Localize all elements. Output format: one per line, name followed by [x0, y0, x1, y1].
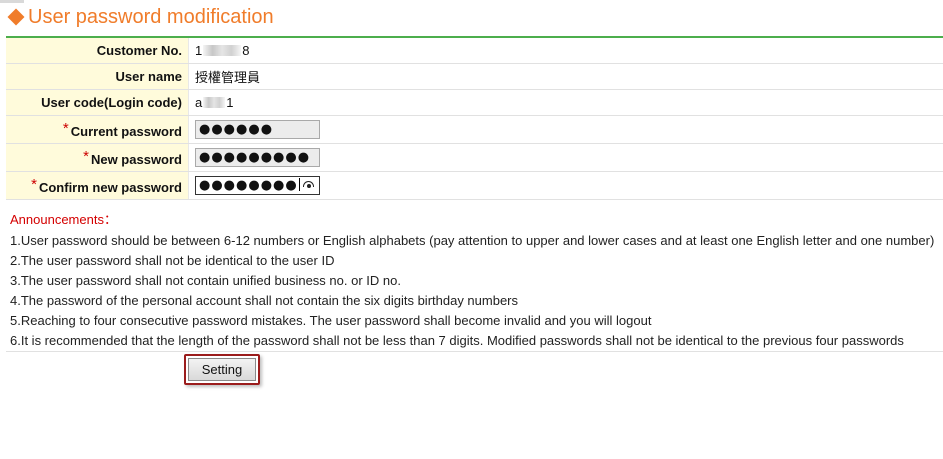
- current-password-label-cell: * Current password: [6, 115, 189, 144]
- confirm-password-value: ●●●●●●●●: [199, 177, 298, 193]
- user-name-value: 授權管理員: [188, 63, 943, 90]
- current-password-cell: ●●●●●●: [188, 115, 943, 144]
- form-row-customer-no: Customer No. 18: [6, 37, 943, 64]
- customer-no-prefix: 1: [195, 42, 203, 58]
- required-asterisk: *: [62, 119, 69, 137]
- form-row-confirm-password: * Confirm new password ●●●●●●●●: [6, 171, 943, 200]
- page-title: User password modification: [28, 5, 274, 28]
- user-code-value: a1: [188, 89, 943, 116]
- setting-button[interactable]: Setting: [188, 358, 256, 381]
- user-name-label: User name: [6, 63, 189, 90]
- current-password-label: Current password: [70, 123, 182, 139]
- confirm-password-label: Confirm new password: [38, 179, 182, 195]
- announcement-item: 5.Reaching to four consecutive password …: [10, 313, 652, 328]
- form-row-current-password: * Current password ●●●●●●: [6, 115, 943, 144]
- form-row-new-password: * New password ●●●●●●●●●: [6, 143, 943, 172]
- confirm-password-label-cell: * Confirm new password: [6, 171, 189, 200]
- announcement-item: 6.It is recommended that the length of t…: [10, 333, 904, 348]
- customer-no-suffix: 8: [242, 42, 250, 58]
- user-code-prefix: a: [195, 94, 203, 110]
- announcement-item: 3.The user password shall not contain un…: [10, 273, 401, 288]
- eye-icon[interactable]: [303, 180, 314, 188]
- current-password-input[interactable]: ●●●●●●: [195, 119, 320, 139]
- form-row-user-code: User code(Login code) a1: [6, 89, 943, 116]
- user-code-suffix: 1: [226, 94, 234, 110]
- user-code-label: User code(Login code): [6, 89, 189, 116]
- diamond-icon: [7, 8, 25, 26]
- redacted-blur: [203, 44, 242, 56]
- required-asterisk: *: [31, 175, 37, 193]
- form-row-user-name: User name 授權管理員: [6, 63, 943, 90]
- required-asterisk: *: [83, 147, 89, 165]
- new-password-label-cell: * New password: [6, 143, 189, 172]
- announcement-item: 2.The user password shall not be identic…: [10, 253, 335, 268]
- announcements-section: Announcements： 1.User password should be…: [10, 209, 943, 351]
- announcement-item: 4.The password of the personal account s…: [10, 293, 519, 308]
- page-header: User password modification: [6, 2, 274, 32]
- password-form: Customer No. 18 User name 授權管理員 User cod…: [6, 36, 943, 200]
- setting-button-focus-frame: Setting: [184, 354, 260, 385]
- new-password-label: New password: [90, 151, 182, 167]
- redacted-blur: [203, 96, 226, 108]
- customer-no-value: 18: [188, 37, 943, 64]
- customer-no-label: Customer No.: [6, 37, 189, 64]
- new-password-input[interactable]: ●●●●●●●●●: [195, 147, 320, 167]
- announcements-title: Announcements：: [10, 212, 117, 227]
- confirm-password-input[interactable]: ●●●●●●●●: [195, 175, 320, 195]
- new-password-cell: ●●●●●●●●●: [188, 143, 943, 172]
- divider: [6, 351, 943, 352]
- text-caret: [298, 177, 300, 191]
- announcement-item: 1.User password should be between 6-12 n…: [10, 233, 935, 248]
- confirm-password-cell: ●●●●●●●●: [188, 171, 943, 200]
